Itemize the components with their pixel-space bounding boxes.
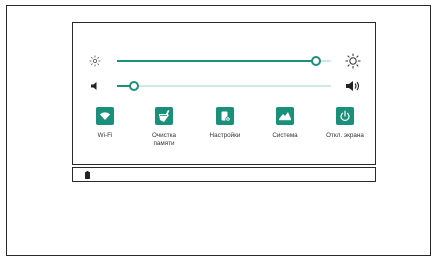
tile-screen-off-label: Откл. экрана <box>326 132 364 139</box>
tile-settings[interactable]: Настройки <box>195 107 255 140</box>
brightness-slider-fill <box>117 60 317 62</box>
status-bar <box>72 167 376 182</box>
settings-icon <box>216 107 234 125</box>
tile-wifi-label: Wi-Fi <box>97 132 113 139</box>
volume-low-icon <box>85 76 105 96</box>
quick-settings-panel: Wi-Fi Очистка памяти Настройки Система О… <box>72 22 376 165</box>
wifi-icon <box>96 107 114 125</box>
broom-icon <box>155 107 173 125</box>
brightness-low-icon <box>85 51 105 71</box>
volume-high-icon <box>343 76 363 96</box>
power-icon <box>336 107 354 125</box>
volume-slider[interactable] <box>117 81 331 91</box>
tile-system-label: Система <box>272 132 298 139</box>
battery-icon <box>84 171 91 179</box>
tile-memory-clean[interactable]: Очистка памяти <box>134 107 194 148</box>
system-icon <box>276 107 294 125</box>
brightness-slider-thumb[interactable] <box>311 56 322 66</box>
tile-wifi[interactable]: Wi-Fi <box>75 107 135 140</box>
brightness-slider[interactable] <box>117 56 331 66</box>
tile-settings-label: Настройки <box>209 132 241 139</box>
volume-row <box>73 76 375 96</box>
brightness-high-icon <box>343 51 363 71</box>
tile-system[interactable]: Система <box>255 107 315 140</box>
brightness-row <box>73 51 375 71</box>
tile-screen-off[interactable]: Откл. экрана <box>315 107 375 140</box>
quick-tiles: Wi-Fi Очистка памяти Настройки Система О… <box>73 107 375 163</box>
tile-memory-clean-label: Очистка памяти <box>151 132 177 147</box>
volume-slider-thumb[interactable] <box>129 81 140 91</box>
